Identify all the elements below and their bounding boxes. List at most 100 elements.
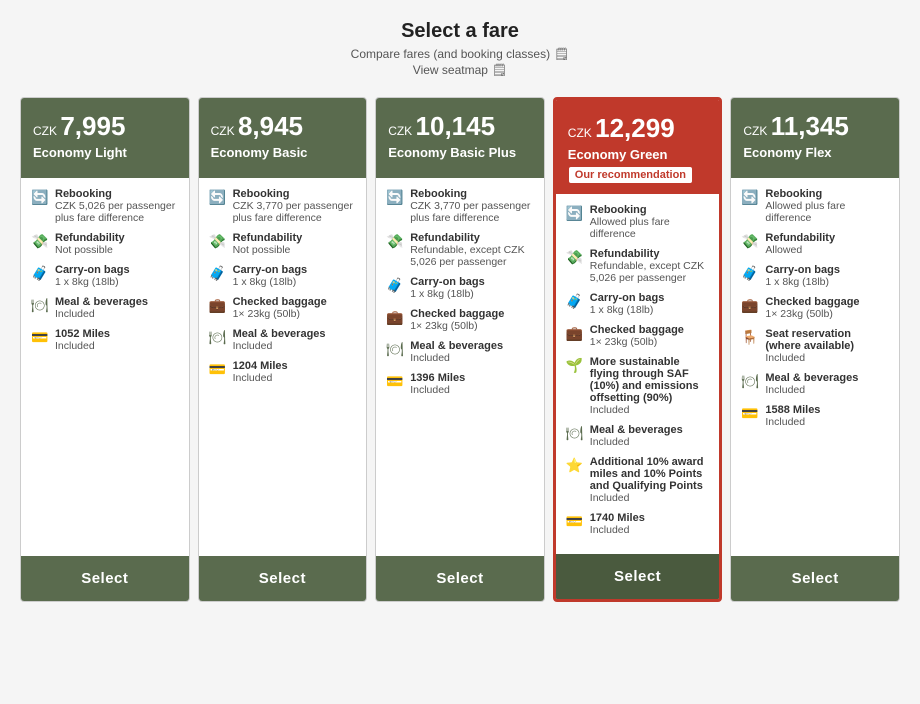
feature-text: RebookingAllowed plus fare difference <box>590 204 710 240</box>
feature-icon: 🧳 <box>31 265 49 282</box>
feature-detail: 1 x 8kg (18lb) <box>590 304 665 316</box>
fare-currency: CZK <box>743 124 770 138</box>
feature-detail: Not possible <box>233 244 303 256</box>
feature-icon: 🔄 <box>31 189 49 206</box>
feature-icon: 💳 <box>741 405 759 422</box>
feature-label: Meal & beverages <box>233 328 326 340</box>
fare-currency: CZK <box>33 124 60 138</box>
feature-item: 🪑 Seat reservation (where available)Inclu… <box>741 328 889 364</box>
feature-label: Meal & beverages <box>765 372 858 384</box>
feature-item: 💳1052 MilesIncluded <box>31 328 179 352</box>
feature-icon: 🔄 <box>566 205 584 222</box>
feature-icon: 💼 <box>741 297 759 314</box>
fare-features-economy-basic-plus: 🔄RebookingCZK 3,770 per passenger plus f… <box>376 178 544 556</box>
feature-text: RefundabilityNot possible <box>233 232 303 256</box>
feature-text: Checked baggage1× 23kg (50lb) <box>410 308 504 332</box>
compare-fares-link[interactable]: Compare fares (and booking classes) 🗒 <box>20 47 900 61</box>
select-button-economy-light[interactable]: Select <box>21 556 189 601</box>
feature-icon: 💳 <box>209 361 227 378</box>
seatmap-link[interactable]: View seatmap 🗒 <box>20 63 900 77</box>
feature-icon: 💸 <box>566 249 584 266</box>
feature-label: Rebooking <box>410 188 534 200</box>
fare-name-economy-light: Economy Light <box>33 145 177 160</box>
feature-detail: Not possible <box>55 244 125 256</box>
feature-text: RebookingCZK 3,770 per passenger plus fa… <box>410 188 534 224</box>
feature-label: Checked baggage <box>233 296 327 308</box>
feature-text: Meal & beveragesIncluded <box>233 328 326 352</box>
feature-item: 🍽 Meal & beveragesIncluded <box>386 340 534 364</box>
feature-text: Carry-on bags1 x 8kg (18lb) <box>410 276 485 300</box>
feature-text: 1588 MilesIncluded <box>765 404 820 428</box>
feature-icon: 💳 <box>386 373 404 390</box>
feature-icon: 🪑 <box>741 329 759 346</box>
feature-text: 1740 MilesIncluded <box>590 512 645 536</box>
feature-text: Meal & beveragesIncluded <box>590 424 683 448</box>
feature-detail: Included <box>410 352 503 364</box>
feature-text: Additional 10% award miles and 10% Point… <box>590 456 710 504</box>
feature-label: Carry-on bags <box>410 276 485 288</box>
fare-price: 12,299 <box>595 113 675 143</box>
feature-item: 🔄RebookingAllowed plus fare difference <box>741 188 889 224</box>
feature-icon: 💳 <box>566 513 584 530</box>
feature-label: Rebooking <box>590 204 710 216</box>
feature-detail: Allowed plus fare difference <box>590 216 710 240</box>
feature-text: Carry-on bags1 x 8kg (18lb) <box>765 264 840 288</box>
feature-icon: 💸 <box>386 233 404 250</box>
select-button-economy-basic[interactable]: Select <box>199 556 367 601</box>
feature-text: Seat reservation (where available)Includ… <box>765 328 889 364</box>
feature-label: Meal & beverages <box>55 296 148 308</box>
feature-label: Additional 10% award miles and 10% Point… <box>590 456 710 492</box>
feature-detail: 1 x 8kg (18lb) <box>233 276 308 288</box>
feature-detail: CZK 3,770 per passenger plus fare differ… <box>233 200 357 224</box>
fare-card-economy-green: CZK 12,299Economy GreenOur recommendatio… <box>553 97 723 602</box>
select-button-economy-green[interactable]: Select <box>556 554 720 599</box>
feature-detail: 1× 23kg (50lb) <box>590 336 684 348</box>
feature-text: 1396 MilesIncluded <box>410 372 465 396</box>
feature-item: 🧳 Carry-on bags1 x 8kg (18lb) <box>386 276 534 300</box>
feature-item: 💳 1588 MilesIncluded <box>741 404 889 428</box>
feature-item: 🔄RebookingCZK 5,026 per passenger plus f… <box>31 188 179 224</box>
page-title: Select a fare <box>20 20 900 43</box>
fare-features-economy-green: 🔄 RebookingAllowed plus fare difference 💸 R… <box>556 194 720 554</box>
feature-item: 💳 1204 MilesIncluded <box>209 360 357 384</box>
feature-label: Meal & beverages <box>410 340 503 352</box>
feature-detail: 1 x 8kg (18lb) <box>765 276 840 288</box>
feature-label: Refundability <box>55 232 125 244</box>
feature-icon: 🍽 <box>31 297 49 314</box>
feature-detail: 1× 23kg (50lb) <box>765 308 859 320</box>
feature-label: 1396 Miles <box>410 372 465 384</box>
feature-label: Refundability <box>765 232 835 244</box>
feature-detail: 1 x 8kg (18lb) <box>55 276 130 288</box>
fare-price: 11,345 <box>771 111 849 141</box>
feature-item: 💼 Checked baggage1× 23kg (50lb) <box>386 308 534 332</box>
feature-item: 💳 1396 MilesIncluded <box>386 372 534 396</box>
feature-detail: Included <box>233 372 288 384</box>
feature-detail: Included <box>233 340 326 352</box>
feature-detail: Included <box>765 384 858 396</box>
feature-detail: Included <box>590 524 645 536</box>
feature-text: Meal & beveragesIncluded <box>55 296 148 320</box>
feature-label: Refundability <box>410 232 534 244</box>
fare-features-economy-flex: 🔄RebookingAllowed plus fare difference 💸 R… <box>731 178 899 556</box>
feature-item: 🍽 Meal & beveragesIncluded <box>31 296 179 320</box>
fare-card-economy-basic-plus: CZK 10,145Economy Basic Plus🔄RebookingCZ… <box>375 97 545 602</box>
feature-icon: 🔄 <box>741 189 759 206</box>
fare-header-economy-basic: CZK 8,945Economy Basic <box>199 98 367 178</box>
fare-currency: CZK <box>568 126 595 140</box>
feature-icon: 🌱 <box>566 357 584 374</box>
feature-label: 1204 Miles <box>233 360 288 372</box>
fare-name-economy-basic-plus: Economy Basic Plus <box>388 145 532 160</box>
select-button-economy-basic-plus[interactable]: Select <box>376 556 544 601</box>
feature-icon: 💸 <box>741 233 759 250</box>
feature-item: 💸RefundabilityRefundable, except CZK 5,0… <box>386 232 534 268</box>
feature-detail: 1 x 8kg (18lb) <box>410 288 485 300</box>
fare-header-economy-flex: CZK 11,345Economy Flex <box>731 98 899 178</box>
feature-detail: CZK 5,026 per passenger plus fare differ… <box>55 200 179 224</box>
feature-text: Carry-on bags1 x 8kg (18lb) <box>55 264 130 288</box>
feature-icon: 💼 <box>386 309 404 326</box>
select-button-economy-flex[interactable]: Select <box>731 556 899 601</box>
feature-item: 🔄 RebookingAllowed plus fare difference <box>566 204 710 240</box>
feature-icon: 🍽 <box>386 341 404 358</box>
feature-label: 1588 Miles <box>765 404 820 416</box>
feature-icon: 🧳 <box>386 277 404 294</box>
